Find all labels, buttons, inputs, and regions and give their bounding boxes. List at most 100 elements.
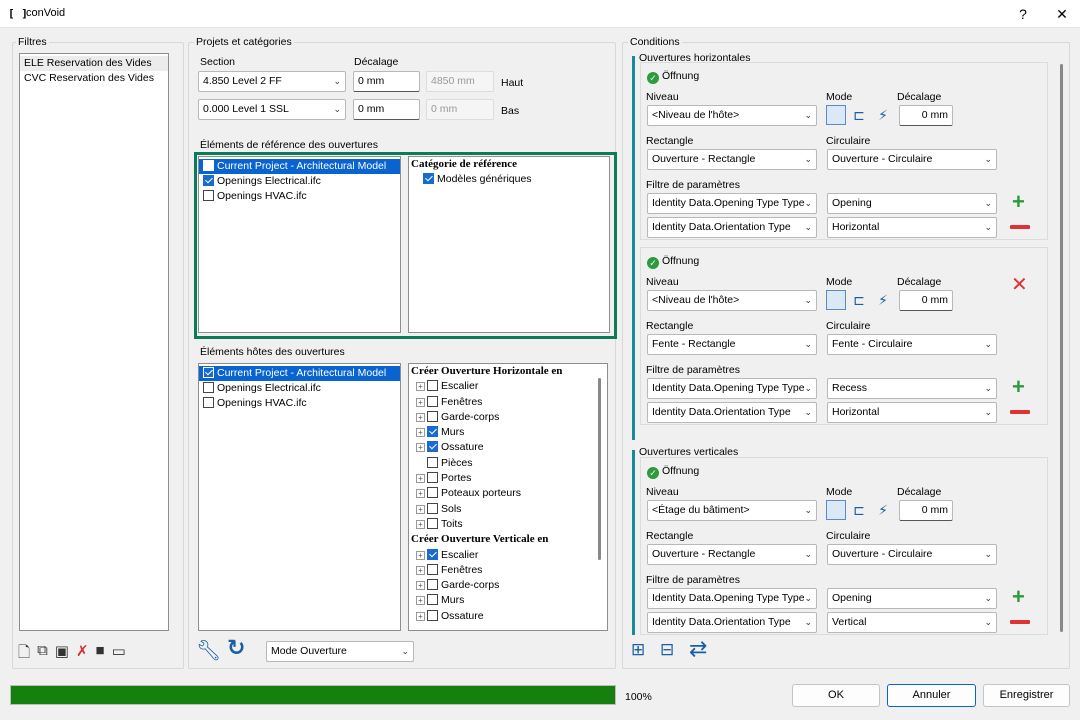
- tree-item[interactable]: + Escalier: [409, 379, 607, 394]
- tree-item[interactable]: + Garde-corps: [409, 578, 607, 593]
- mode-option-1[interactable]: [826, 105, 846, 125]
- expand-icon[interactable]: +: [416, 611, 425, 621]
- checkbox-icon[interactable]: [427, 502, 438, 514]
- checkbox-icon[interactable]: [203, 367, 214, 378]
- save-filter-icon[interactable]: ■: [96, 642, 105, 662]
- niveau-select[interactable]: <Étage du bâtiment> ⌄: [647, 500, 817, 521]
- expand-icon[interactable]: +: [416, 504, 425, 514]
- param-select-2[interactable]: Identity Data.Orientation Type ⌄: [647, 217, 817, 238]
- mode-option-2-icon[interactable]: ⊏: [849, 290, 869, 310]
- checkbox-icon[interactable]: [427, 548, 438, 560]
- rectangle-select[interactable]: Ouverture - Rectangle ⌄: [647, 149, 817, 170]
- swap-icon[interactable]: ⇄: [689, 636, 707, 662]
- checkbox-icon[interactable]: [427, 517, 438, 529]
- bottom-offset-input[interactable]: 0 mm: [353, 99, 420, 120]
- expand-icon[interactable]: +: [416, 428, 425, 438]
- mode-option-1[interactable]: [826, 500, 846, 520]
- horizontal-opening-icon[interactable]: ⊞: [631, 640, 645, 660]
- mode-option-2-icon[interactable]: ⊏: [849, 105, 869, 125]
- add-filter-icon[interactable]: +: [1012, 376, 1025, 398]
- value-select-2[interactable]: Horizontal ⌄: [827, 217, 997, 238]
- expand-icon[interactable]: +: [416, 565, 425, 575]
- checkbox-icon[interactable]: [203, 190, 214, 201]
- expand-icon[interactable]: +: [416, 596, 425, 606]
- tree-item[interactable]: + Ossature: [409, 609, 607, 624]
- folder-icon[interactable]: ▭: [112, 642, 126, 662]
- add-filter-icon[interactable]: +: [1012, 191, 1025, 213]
- tree-item[interactable]: Pièces: [409, 456, 607, 471]
- checkbox-icon[interactable]: [203, 175, 214, 186]
- wrench-icon[interactable]: 🔧︎: [196, 638, 221, 663]
- copy-filter-icon[interactable]: ⧉: [37, 642, 48, 662]
- niveau-select[interactable]: <Niveau de l'hôte> ⌄: [647, 105, 817, 126]
- condition-offset-input[interactable]: 0 mm: [899, 500, 953, 521]
- checkbox-icon[interactable]: [203, 382, 214, 393]
- tree-item[interactable]: + Ossature: [409, 440, 607, 455]
- conditions-scrollbar[interactable]: [1060, 64, 1063, 632]
- checkbox-icon[interactable]: [427, 410, 438, 422]
- filter-item[interactable]: ELE Reservation des Vides: [20, 56, 168, 71]
- close-button[interactable]: ✕: [1049, 4, 1075, 24]
- mode-option-3-icon[interactable]: ⚡: [873, 105, 893, 125]
- remove-block-icon[interactable]: ✕: [1011, 272, 1028, 297]
- model-item[interactable]: Openings HVAC.ifc: [199, 396, 400, 411]
- refresh-icon[interactable]: ↻: [227, 635, 245, 661]
- circular-select[interactable]: Ouverture - Circulaire ⌄: [827, 544, 997, 565]
- checkbox-icon[interactable]: [427, 395, 438, 407]
- niveau-select[interactable]: <Niveau de l'hôte> ⌄: [647, 290, 817, 311]
- expand-icon[interactable]: +: [416, 397, 425, 407]
- model-item[interactable]: Openings Electrical.ifc: [199, 174, 400, 189]
- mode-option-3-icon[interactable]: ⚡: [873, 290, 893, 310]
- ref-models-list[interactable]: Current Project - Architectural Model Ope…: [198, 156, 401, 333]
- bottom-level-select[interactable]: 0.000 Level 1 SSL ⌄: [198, 99, 346, 120]
- value-select-2[interactable]: Horizontal ⌄: [827, 402, 997, 423]
- tree-item[interactable]: + Murs: [409, 425, 607, 440]
- checkbox-icon[interactable]: [423, 173, 434, 185]
- checkbox-icon[interactable]: [427, 487, 438, 499]
- remove-filter-icon[interactable]: [1010, 620, 1030, 624]
- condition-offset-input[interactable]: 0 mm: [899, 290, 953, 311]
- tree-item[interactable]: + Fenêtres: [409, 563, 607, 578]
- delete-filter-icon[interactable]: ✗: [76, 642, 89, 662]
- expand-icon[interactable]: +: [416, 474, 425, 484]
- tree-item[interactable]: + Garde-corps: [409, 410, 607, 425]
- tree-item[interactable]: + Toits: [409, 517, 607, 532]
- checkbox-icon[interactable]: [427, 609, 438, 621]
- ok-button[interactable]: OK: [792, 684, 880, 707]
- mode-select[interactable]: Mode Ouverture ⌄: [266, 641, 414, 662]
- checkbox-icon[interactable]: [203, 397, 214, 408]
- model-item[interactable]: Openings Electrical.ifc: [199, 381, 400, 396]
- top-offset-input[interactable]: 0 mm: [353, 71, 420, 92]
- checkbox-icon[interactable]: [427, 426, 438, 438]
- tree-item[interactable]: + Portes: [409, 471, 607, 486]
- remove-filter-icon[interactable]: [1010, 225, 1030, 229]
- vertical-opening-icon[interactable]: ⊟: [660, 640, 674, 660]
- expand-icon[interactable]: +: [416, 382, 425, 392]
- checkbox-icon[interactable]: [427, 441, 438, 453]
- expand-icon[interactable]: +: [416, 412, 425, 422]
- checkbox-icon[interactable]: [427, 380, 438, 392]
- rename-filter-icon[interactable]: ▣: [55, 642, 69, 662]
- condition-offset-input[interactable]: 0 mm: [899, 105, 953, 126]
- cancel-button[interactable]: Annuler: [887, 684, 976, 707]
- model-item[interactable]: Current Project - Architectural Model: [199, 159, 400, 174]
- value-select-2[interactable]: Vertical ⌄: [827, 612, 997, 633]
- mode-option-2-icon[interactable]: ⊏: [849, 500, 869, 520]
- tree-item[interactable]: + Sols: [409, 502, 607, 517]
- param-select-2[interactable]: Identity Data.Orientation Type ⌄: [647, 402, 817, 423]
- filter-item[interactable]: CVC Reservation des Vides: [20, 71, 168, 86]
- help-button[interactable]: ?: [1010, 4, 1036, 24]
- rectangle-select[interactable]: Fente - Rectangle ⌄: [647, 334, 817, 355]
- value-select-1[interactable]: Opening ⌄: [827, 588, 997, 609]
- save-button[interactable]: Enregistrer: [983, 684, 1070, 707]
- host-category-tree[interactable]: Créer Ouverture Horizontale en + Escalier +…: [408, 363, 608, 631]
- checkbox-icon[interactable]: [427, 456, 438, 468]
- tree-item[interactable]: + Fenêtres: [409, 395, 607, 410]
- top-level-select[interactable]: 4.850 Level 2 FF ⌄: [198, 71, 346, 92]
- circular-select[interactable]: Fente - Circulaire ⌄: [827, 334, 997, 355]
- expand-icon[interactable]: +: [416, 443, 425, 453]
- remove-filter-icon[interactable]: [1010, 410, 1030, 414]
- new-filter-icon[interactable]: 🗋: [18, 642, 30, 662]
- mode-option-1[interactable]: [826, 290, 846, 310]
- checkbox-icon[interactable]: [203, 160, 214, 171]
